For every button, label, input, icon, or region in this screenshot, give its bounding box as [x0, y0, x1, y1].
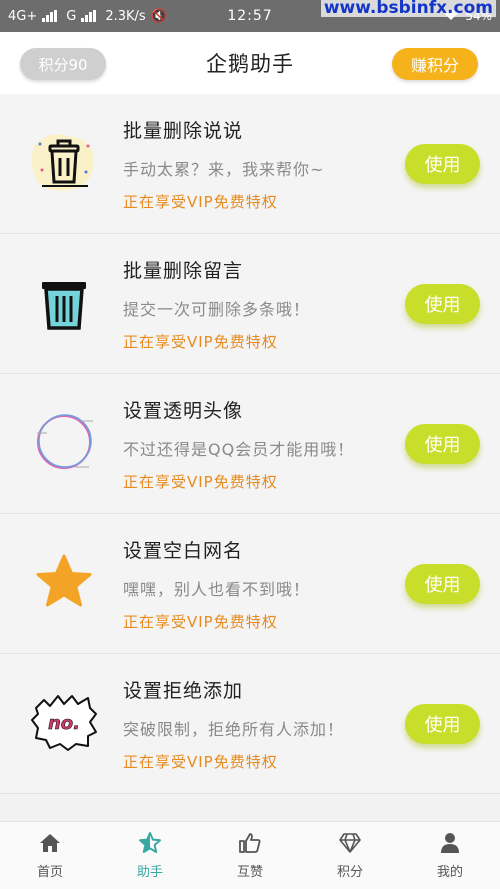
list-item: 设置透明头像 不过还得是QQ会员才能用哦！ 正在享受VIP免费特权 使用 — [0, 374, 500, 514]
use-button[interactable]: 使用 — [405, 704, 480, 744]
star-icon — [28, 546, 100, 618]
tab-label: 互赞 — [236, 865, 263, 880]
no-stamp-text: no. — [48, 713, 80, 734]
feature-title: 批量删除留言 — [123, 260, 244, 282]
feature-description: 不过还得是QQ会员才能用哦！ — [123, 440, 355, 459]
vip-status: 正在享受VIP免费特权 — [123, 193, 278, 211]
feature-description: 突破限制，拒绝所有人添加！ — [123, 720, 345, 739]
tab-assistant[interactable]: 助手 — [100, 822, 200, 889]
points-button[interactable]: 积分90 — [20, 48, 106, 80]
use-button[interactable]: 使用 — [405, 144, 480, 184]
tab-label: 首页 — [36, 865, 63, 880]
list-item: 批量删除留言 提交一次可删除多条哦！ 正在享受VIP免费特权 使用 — [0, 234, 500, 374]
tab-mine[interactable]: 我的 — [400, 822, 500, 889]
tab-label: 我的 — [436, 865, 463, 880]
home-icon — [40, 834, 60, 852]
transparent-circle-icon — [28, 406, 100, 478]
bottom-tab-bar: 首页 助手 互赞 积分 我的 — [0, 821, 500, 889]
feature-list: 批量删除说说 手动太累？来，我来帮你~ 正在享受VIP免费特权 使用 批量删除留… — [0, 94, 500, 794]
feature-title: 设置透明头像 — [123, 400, 244, 422]
diamond-icon — [339, 833, 361, 853]
tab-home[interactable]: 首页 — [0, 822, 100, 889]
list-item: 设置空白网名 嘿嘿，别人也看不到哦！ 正在享受VIP免费特权 使用 — [0, 514, 500, 654]
no-stamp-icon: no. — [28, 686, 100, 758]
feature-title: 设置拒绝添加 — [123, 680, 244, 702]
feature-description: 提交一次可删除多条哦！ — [123, 300, 311, 319]
vip-status: 正在享受VIP免费特权 — [123, 333, 278, 351]
trash-bin-icon — [28, 266, 100, 338]
tab-label: 积分 — [336, 865, 363, 880]
watermark: www.bsbinfx.com — [320, 0, 496, 17]
list-item: no. 设置拒绝添加 突破限制，拒绝所有人添加！ 正在享受VIP免费特权 使用 — [0, 654, 500, 794]
app-header: 积分90 企鹅助手 赚积分 — [0, 32, 500, 94]
vip-status: 正在享受VIP免费特权 — [123, 473, 278, 491]
tab-label: 助手 — [136, 865, 163, 880]
feature-title: 设置空白网名 — [123, 540, 244, 562]
vip-status: 正在享受VIP免费特权 — [123, 753, 278, 771]
use-button[interactable]: 使用 — [405, 284, 480, 324]
feature-title: 批量删除说说 — [123, 120, 244, 142]
status-bar: 4G+ G 2.3K/s 🔇 12:57 54% www.bsbinfx.com — [0, 0, 500, 32]
thumbs-up-icon — [239, 833, 261, 853]
feature-description: 手动太累？来，我来帮你~ — [123, 160, 325, 179]
star-outline-icon — [139, 832, 161, 853]
use-button[interactable]: 使用 — [405, 424, 480, 464]
page-title: 企鹅助手 — [206, 52, 294, 76]
use-button[interactable]: 使用 — [405, 564, 480, 604]
trash-can-icon — [28, 126, 100, 198]
tab-points[interactable]: 积分 — [300, 822, 400, 889]
earn-points-button[interactable]: 赚积分 — [392, 48, 478, 80]
person-icon — [441, 833, 459, 853]
tab-mutual-like[interactable]: 互赞 — [200, 822, 300, 889]
feature-description: 嘿嘿，别人也看不到哦！ — [123, 580, 311, 599]
vip-status: 正在享受VIP免费特权 — [123, 613, 278, 631]
list-item: 批量删除说说 手动太累？来，我来帮你~ 正在享受VIP免费特权 使用 — [0, 94, 500, 234]
